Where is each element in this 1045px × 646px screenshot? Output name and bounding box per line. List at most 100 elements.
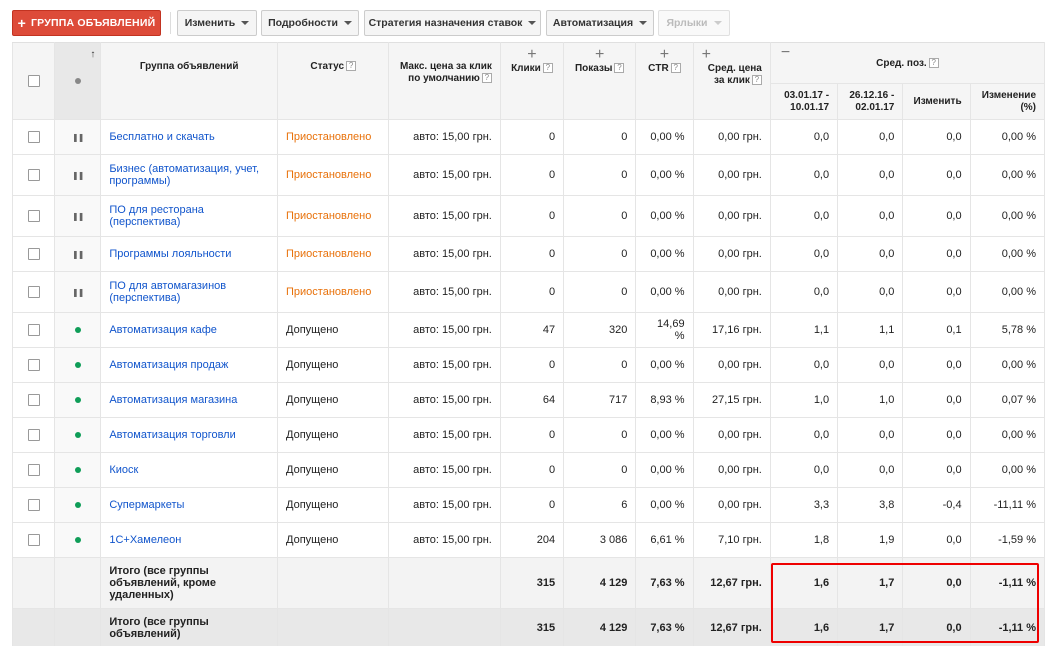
ad-group-link[interactable]: 1С+Хамелеон [109, 534, 181, 546]
row-checkbox[interactable] [27, 499, 40, 512]
ad-group-link[interactable]: Автоматизация продаж [109, 359, 228, 371]
add-ad-group-button[interactable]: + ГРУППА ОБЪЯВЛЕНИЙ [12, 10, 161, 36]
column-header-change[interactable]: Изменить [902, 83, 971, 120]
period-2-cell: 0,0 [837, 347, 904, 383]
column-header-max-cpc[interactable]: Макс. цена за клик по умолчанию? [388, 42, 501, 120]
row-status-icon-cell[interactable] [54, 417, 102, 453]
row-checkbox[interactable] [27, 324, 40, 337]
column-header-avg-cpc[interactable]: + Сред. цена за клик? [693, 42, 771, 120]
change-pct-cell: -11,11 % [970, 487, 1045, 523]
ad-group-link[interactable]: Программы лояльности [109, 248, 231, 260]
status-dot-header[interactable]: ↑ [54, 42, 102, 120]
max-cpc-cell[interactable]: авто: 15,00 грн. [388, 195, 501, 237]
column-group-avg-position[interactable]: − Сред. поз.? [770, 42, 1045, 84]
totals-clicks-cell: 315 [500, 608, 565, 646]
bid-strategy-dropdown-button[interactable]: Стратегия назначения ставок [364, 10, 541, 36]
period-1-cell: 1,1 [770, 312, 839, 348]
row-status-icon-cell[interactable] [54, 382, 102, 418]
ad-group-link[interactable]: Бесплатно и скачать [109, 131, 214, 143]
column-header-impressions[interactable]: + Показы? [563, 42, 637, 120]
totals-change-pct-cell: -1,11 % [970, 608, 1045, 646]
help-icon[interactable]: ? [751, 75, 762, 86]
edit-dropdown-button[interactable]: Изменить [177, 10, 257, 36]
ad-group-name-cell: 1С+Хамелеон [100, 522, 278, 558]
change-pct-value: 0,00 % [1001, 464, 1036, 476]
period-1-value: 1,0 [813, 394, 830, 406]
row-checkbox[interactable] [27, 394, 40, 407]
row-status-icon-cell[interactable]: ❚❚ [54, 271, 102, 313]
totals-empty-cell [54, 557, 102, 609]
max-cpc-cell[interactable]: авто: 15,00 грн. [388, 487, 501, 523]
ad-group-link[interactable]: Автоматизация кафе [109, 324, 217, 336]
row-checkbox[interactable] [27, 464, 40, 477]
row-status-icon-cell[interactable] [54, 347, 102, 383]
help-icon[interactable]: ? [928, 57, 939, 68]
collapse-minus-icon[interactable]: − [781, 45, 790, 61]
max-cpc-cell[interactable]: авто: 15,00 грн. [388, 522, 501, 558]
automation-dropdown-button[interactable]: Автоматизация [546, 10, 654, 36]
row-status-icon-cell[interactable]: ❚❚ [54, 154, 102, 196]
row-checkbox[interactable] [27, 534, 40, 547]
column-header-ctr[interactable]: + CTR? [635, 42, 694, 120]
ad-group-link[interactable]: ПО для ресторана (перспектива) [109, 204, 204, 228]
expand-plus-icon[interactable]: + [702, 47, 762, 63]
max-cpc-cell[interactable]: авто: 15,00 грн. [388, 236, 501, 272]
period-2-cell: 0,0 [837, 154, 904, 196]
max-cpc-cell[interactable]: авто: 15,00 грн. [388, 417, 501, 453]
labels-dropdown-button[interactable]: Ярлыки [658, 10, 730, 36]
ad-group-link[interactable]: Киоск [109, 464, 138, 476]
row-checkbox[interactable] [27, 169, 40, 182]
ad-groups-table: ↑ Группа объявлений Статус? Макс. цена з… [11, 42, 1045, 646]
ad-group-link[interactable]: Автоматизация магазина [109, 394, 237, 406]
row-status-icon-cell[interactable] [54, 312, 102, 348]
row-status-icon-cell[interactable] [54, 452, 102, 488]
row-checkbox[interactable] [27, 359, 40, 372]
row-checkbox[interactable] [27, 248, 40, 261]
expand-plus-icon[interactable]: + [644, 47, 684, 63]
row-status-icon-cell[interactable]: ❚❚ [54, 195, 102, 237]
row-checkbox[interactable] [27, 429, 40, 442]
help-icon[interactable]: ? [542, 63, 553, 74]
ad-group-link[interactable]: Автоматизация торговли [109, 429, 235, 441]
period-1-cell: 0,0 [770, 195, 839, 237]
ad-group-link[interactable]: Бизнес (автоматизация, учет, программы) [109, 163, 259, 187]
max-cpc-cell[interactable]: авто: 15,00 грн. [388, 154, 501, 196]
column-header-status[interactable]: Статус? [277, 42, 390, 120]
period-2-value: 0,0 [879, 131, 895, 143]
max-cpc-cell[interactable]: авто: 15,00 грн. [388, 119, 501, 155]
row-status-icon-cell[interactable]: ❚❚ [54, 119, 102, 155]
max-cpc-cell[interactable]: авто: 15,00 грн. [388, 347, 501, 383]
period-1-value: 0,0 [813, 359, 830, 371]
expand-plus-icon[interactable]: + [509, 47, 555, 63]
column-header-period-2[interactable]: 26.12.16 - 02.01.17 [837, 83, 904, 120]
period-1-cell: 0,0 [770, 236, 839, 272]
help-icon[interactable]: ? [481, 73, 492, 84]
help-icon[interactable]: ? [346, 61, 357, 72]
help-icon[interactable]: ? [670, 63, 681, 74]
table-row: ❚❚ Программы лояльности Приостановлено авто… [11, 236, 1045, 272]
select-all-checkbox[interactable] [27, 75, 40, 87]
row-status-icon-cell[interactable] [54, 522, 102, 558]
max-cpc-cell[interactable]: авто: 15,00 грн. [388, 271, 501, 313]
details-dropdown-button[interactable]: Подробности [261, 10, 359, 36]
max-cpc-cell[interactable]: авто: 15,00 грн. [388, 312, 501, 348]
ad-group-link[interactable]: Супермаркеты [109, 499, 184, 511]
row-checkbox[interactable] [27, 210, 40, 223]
row-status-icon-cell[interactable]: ❚❚ [54, 236, 102, 272]
expand-plus-icon[interactable]: + [572, 47, 627, 63]
max-cpc-cell[interactable]: авто: 15,00 грн. [388, 382, 501, 418]
column-header-clicks[interactable]: + Клики? [500, 42, 565, 120]
help-icon[interactable]: ? [614, 63, 625, 74]
clicks-value: 0 [548, 169, 556, 181]
clicks-cell: 0 [500, 154, 565, 196]
row-checkbox[interactable] [27, 286, 40, 299]
change-value: 0,0 [946, 286, 962, 298]
max-cpc-value: авто: 15,00 грн. [413, 169, 492, 181]
column-header-ad-group[interactable]: Группа объявлений [100, 42, 278, 120]
max-cpc-cell[interactable]: авто: 15,00 грн. [388, 452, 501, 488]
column-header-period-1[interactable]: 03.01.17 - 10.01.17 [769, 83, 839, 120]
row-checkbox[interactable] [27, 131, 40, 144]
ad-group-link[interactable]: ПО для автомагазинов (перспектива) [109, 280, 226, 304]
column-header-change-pct[interactable]: Изменение (%) [970, 83, 1045, 120]
row-status-icon-cell[interactable] [54, 487, 102, 523]
